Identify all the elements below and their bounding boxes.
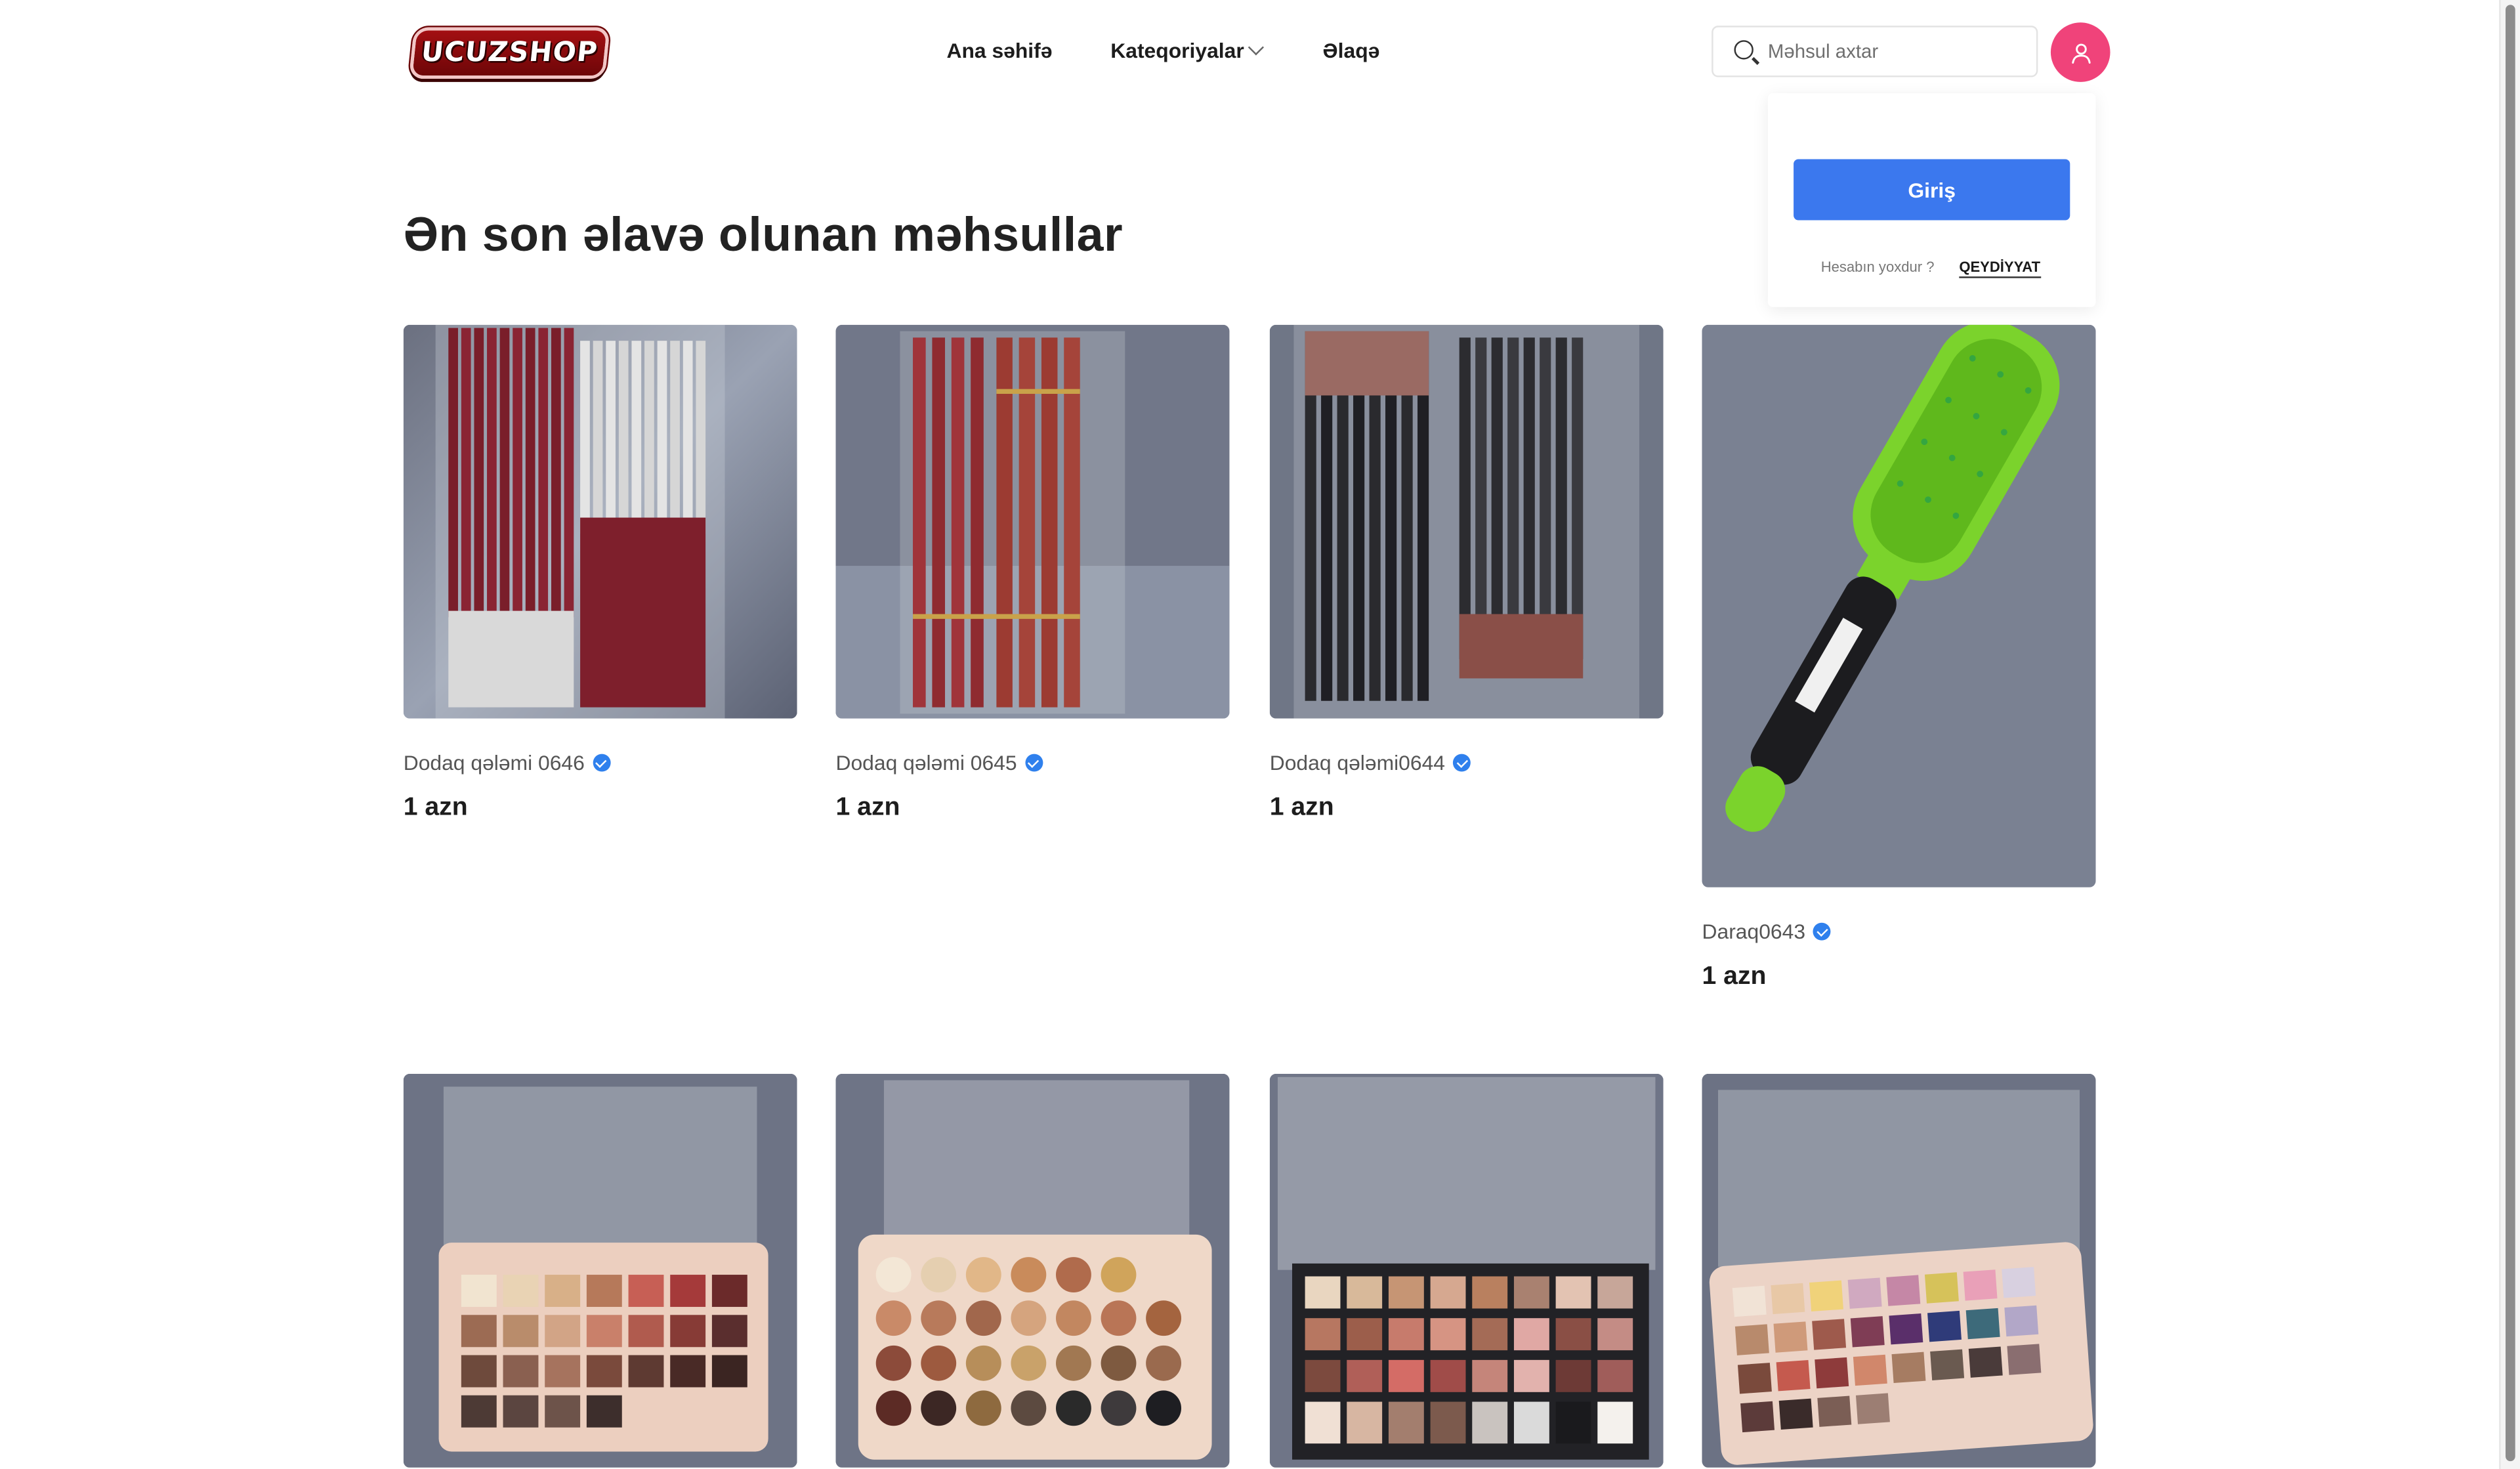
verified-icon bbox=[593, 754, 611, 772]
product-image-lip-pencils-burgundy-silver[interactable] bbox=[403, 324, 797, 719]
search-box bbox=[1712, 26, 2038, 77]
product-card[interactable] bbox=[1269, 1073, 1664, 1468]
scrollbar-thumb[interactable] bbox=[2505, 5, 2515, 1462]
product-image-lip-pencils-red-gold[interactable] bbox=[835, 324, 1230, 719]
product-price: 1 azn bbox=[835, 794, 900, 822]
product-image-eyeshadow-palette-glitter[interactable] bbox=[1702, 1073, 2096, 1468]
register-link[interactable]: QEYDİYYAT bbox=[1959, 259, 2041, 278]
product-name[interactable]: Dodaq qələmi 0645 bbox=[835, 750, 1043, 775]
user-account-button[interactable] bbox=[2050, 22, 2110, 82]
product-name-text: Dodaq qələmi 0646 bbox=[403, 750, 585, 775]
product-card[interactable] bbox=[835, 1073, 1230, 1468]
page-scrollbar[interactable] bbox=[2499, 0, 2520, 1469]
logo-text: UCUZSHOP bbox=[419, 37, 600, 70]
product-price: 1 azn bbox=[1269, 794, 1334, 822]
chevron-down-icon bbox=[1248, 39, 1265, 56]
product-name-text: Dodaq qələmi 0645 bbox=[835, 750, 1017, 775]
nav-categories[interactable]: Kateqoriyalar bbox=[1110, 38, 1265, 63]
product-image-eyeshadow-palette-dark[interactable] bbox=[1269, 1073, 1664, 1468]
product-image-green-hair-brush[interactable] bbox=[1702, 324, 2096, 887]
product-name[interactable]: Dodaq qələmi 0646 bbox=[403, 750, 611, 775]
product-card[interactable] bbox=[403, 1073, 797, 1468]
verified-icon bbox=[1024, 754, 1043, 772]
no-account-text: Hesabın yoxdur ? bbox=[1820, 259, 1935, 275]
product-card[interactable] bbox=[1702, 1073, 2096, 1468]
product-price: 1 azn bbox=[403, 794, 468, 822]
product-name[interactable]: Dodaq qələmi0644 bbox=[1270, 751, 1471, 775]
product-card[interactable]: Daraq0643 1 azn bbox=[1702, 324, 2096, 990]
product-name-text: Dodaq qələmi0644 bbox=[1269, 750, 1445, 775]
site-logo[interactable]: UCUZSHOP bbox=[408, 27, 610, 79]
product-card[interactable]: Dodaq qələmi0644 1 azn bbox=[1269, 324, 1664, 821]
nav-categories-label: Kateqoriyalar bbox=[1110, 38, 1244, 63]
product-name[interactable]: Daraq0643 bbox=[1702, 919, 1832, 944]
product-image-eyeshadow-palette-round-pans[interactable] bbox=[835, 1073, 1230, 1468]
product-price: 1 azn bbox=[1702, 962, 1767, 990]
verified-icon bbox=[1813, 922, 1832, 941]
product-card[interactable]: Dodaq qələmi 0645 1 azn bbox=[835, 324, 1230, 821]
user-icon bbox=[2071, 43, 2090, 63]
account-dropdown: Giriş Hesabın yoxdur ? QEYDİYYAT bbox=[1767, 93, 2096, 307]
search-icon bbox=[1734, 40, 1754, 60]
section-title: Ən son əlavə olunan məhsullar bbox=[403, 209, 1124, 263]
nav-contact[interactable]: Əlaqə bbox=[1323, 39, 1380, 63]
nav-home[interactable]: Ana səhifə bbox=[946, 39, 1052, 63]
product-name-text: Daraq0643 bbox=[1702, 919, 1806, 944]
product-image-eyeshadow-palette-only-best[interactable] bbox=[403, 1073, 797, 1468]
search-input[interactable] bbox=[1767, 40, 2009, 63]
site-header: UCUZSHOP Ana səhifə Kateqoriyalar Əlaqə bbox=[0, 0, 2499, 103]
login-button[interactable]: Giriş bbox=[1794, 159, 2070, 221]
product-card[interactable]: Dodaq qələmi 0646 1 azn bbox=[403, 324, 797, 821]
product-image-lip-pencils-black-brown[interactable] bbox=[1269, 324, 1664, 719]
verified-icon bbox=[1453, 754, 1471, 772]
